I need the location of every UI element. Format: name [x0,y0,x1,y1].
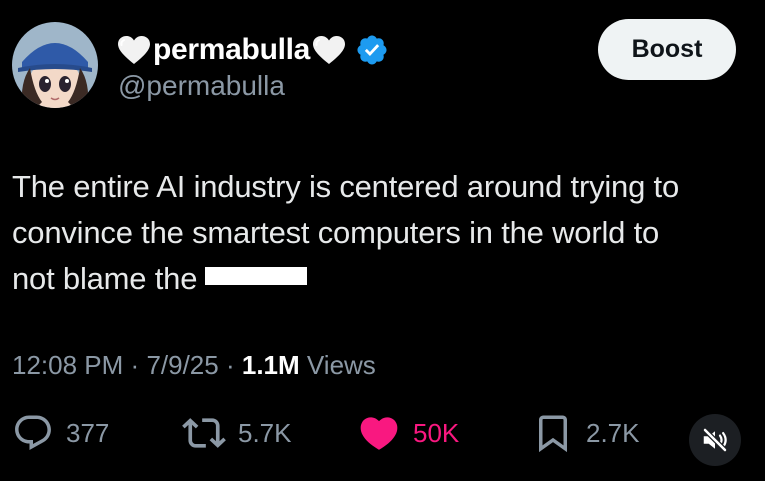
boost-button[interactable]: Boost [598,19,736,80]
avatar[interactable] [12,22,98,108]
like-count: 50K [413,417,460,448]
author-handle[interactable]: @permabulla [118,70,285,102]
meta-separator: · [225,350,235,380]
white-heart-icon [311,34,347,66]
tweet-line-text: not blame the [12,261,198,296]
repost-count: 5.7K [238,417,292,448]
tweet-date[interactable]: 7/9/25 [146,350,218,380]
speaker-muted-icon [702,427,728,453]
views-label: Views [306,350,376,380]
repost-button[interactable]: 5.7K [182,408,292,458]
reply-icon [15,415,51,450]
tweet-line: not blame the [12,256,757,302]
white-heart-icon [116,34,152,66]
tweet-text: The entire AI industry is centered aroun… [12,164,757,302]
display-name[interactable]: permabulla [153,33,310,67]
tweet-line: convince the smartest computers in the w… [12,215,660,250]
redaction-bar [205,267,308,285]
reply-count: 377 [66,417,110,448]
author-name-row[interactable]: permabulla [116,28,389,72]
bookmark-count: 2.7K [586,417,640,448]
views-count: 1.1M [241,350,300,380]
unmute-button[interactable] [689,414,741,466]
bookmark-icon [539,415,567,453]
heart-icon [360,417,398,450]
repost-icon [182,418,226,448]
tweet-meta: 12:08 PM · 7/9/25 · 1.1M Views [12,346,376,384]
action-bar: 377 5.7K 50K 2.7K [0,408,765,458]
redacted-word [201,267,308,291]
reply-button[interactable]: 377 [12,408,109,458]
bookmark-button[interactable]: 2.7K [532,408,640,458]
verified-badge-icon[interactable] [355,33,389,67]
like-button[interactable]: 50K [357,408,459,458]
meta-separator: · [130,350,140,380]
avatar-image [12,22,98,108]
tweet-time[interactable]: 12:08 PM [12,350,123,380]
tweet-line: The entire AI industry is centered aroun… [12,169,680,204]
